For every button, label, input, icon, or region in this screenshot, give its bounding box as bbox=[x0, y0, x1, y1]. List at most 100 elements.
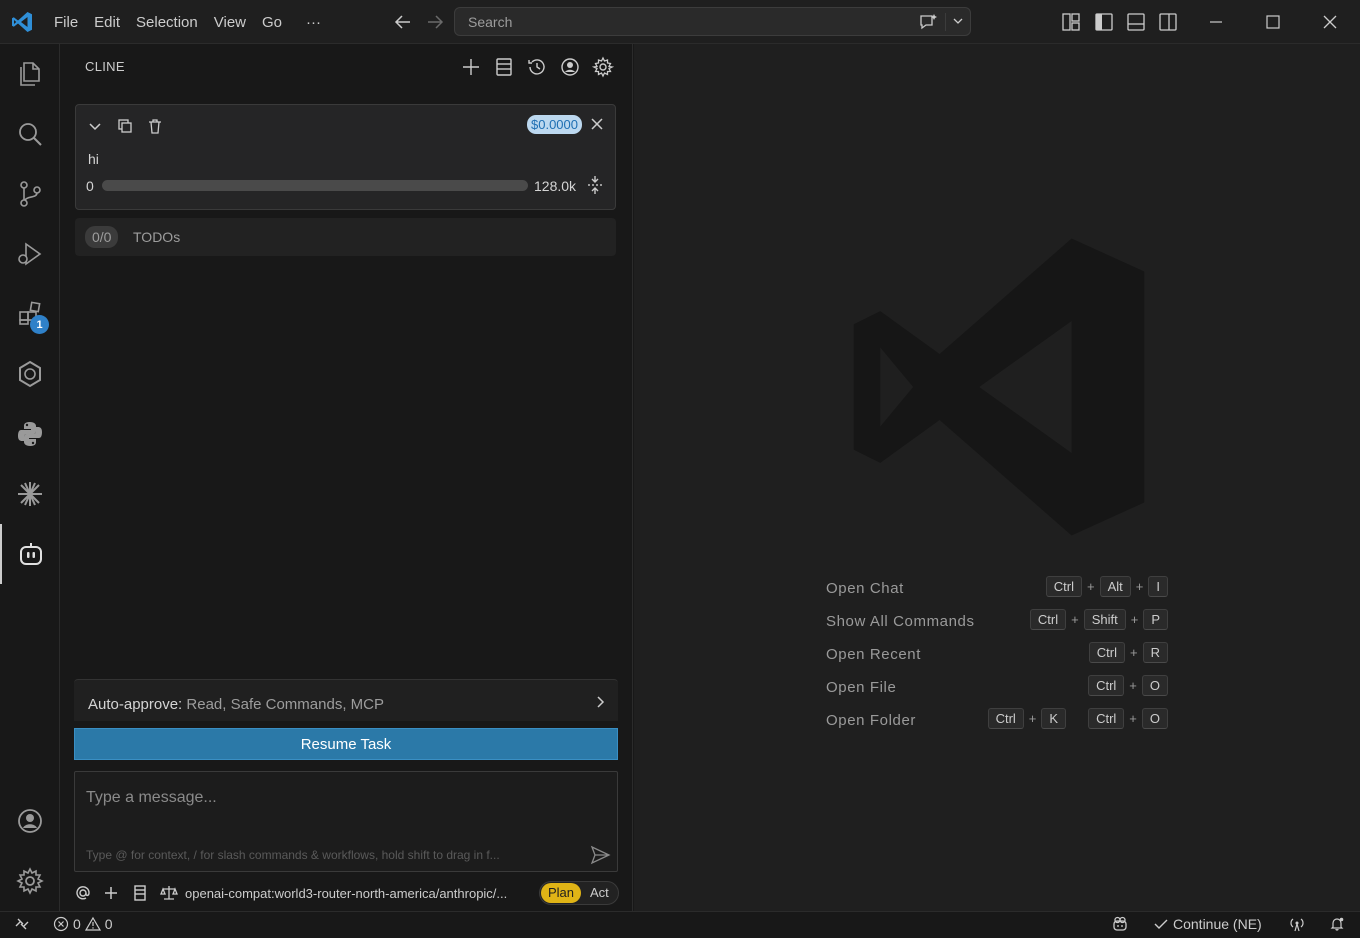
problems-indicator[interactable]: 0 0 bbox=[53, 916, 113, 932]
chevron-down-icon[interactable] bbox=[951, 14, 965, 28]
key-plus: + bbox=[1087, 579, 1095, 594]
minimize-icon[interactable] bbox=[1206, 12, 1226, 32]
chat-placeholder: Type a message... bbox=[86, 789, 217, 806]
sparkle-activity[interactable] bbox=[0, 464, 60, 524]
menu-edit[interactable]: Edit bbox=[86, 14, 128, 31]
close-task-icon[interactable] bbox=[589, 116, 605, 132]
plan-mode-button[interactable]: Plan bbox=[541, 883, 582, 903]
close-window-icon[interactable] bbox=[1320, 12, 1340, 32]
account-circle-icon[interactable] bbox=[559, 56, 581, 78]
key-cap: Ctrl bbox=[1029, 609, 1067, 630]
source-control-activity[interactable] bbox=[0, 164, 60, 224]
shortcut-keys: Ctrl + K Ctrl + O bbox=[987, 708, 1168, 729]
run-debug-activity[interactable] bbox=[0, 224, 60, 284]
menu-go[interactable]: Go bbox=[254, 14, 290, 31]
model-selector[interactable]: openai-compat:world3-router-north-americ… bbox=[185, 886, 507, 901]
shortcut-keys: Ctrl + R bbox=[1088, 642, 1168, 663]
resume-task-button[interactable]: Resume Task bbox=[74, 728, 618, 760]
menu-file[interactable]: File bbox=[46, 14, 86, 31]
copilot-status[interactable] bbox=[1112, 916, 1128, 932]
rules-icon[interactable] bbox=[131, 884, 149, 902]
extensions-activity[interactable]: 1 bbox=[0, 284, 60, 344]
search-divider bbox=[945, 13, 946, 31]
menu-selection[interactable]: Selection bbox=[128, 14, 206, 31]
auto-approve-bar[interactable]: Auto-approve: Read, Safe Commands, MCP bbox=[74, 679, 618, 721]
key-cap: Ctrl bbox=[1088, 642, 1126, 663]
remote-indicator[interactable] bbox=[14, 916, 30, 932]
notifications-status[interactable] bbox=[1329, 916, 1345, 932]
customize-layout-icon[interactable] bbox=[1061, 12, 1081, 32]
command-center-search[interactable]: Search bbox=[454, 7, 971, 36]
chat-sparkle-icon[interactable] bbox=[917, 12, 939, 32]
hexagon-icon bbox=[19, 360, 41, 388]
accounts-activity[interactable] bbox=[0, 791, 60, 851]
python-activity[interactable] bbox=[0, 404, 60, 464]
toggle-secondary-sidebar-icon[interactable] bbox=[1158, 12, 1178, 32]
chat-toolbar: openai-compat:world3-router-north-americ… bbox=[74, 880, 620, 906]
warning-icon bbox=[84, 916, 101, 931]
key-plus: + bbox=[1071, 612, 1079, 627]
menu-more[interactable]: ··· bbox=[290, 14, 329, 31]
auto-approve-values: Read, Safe Commands, MCP bbox=[186, 696, 384, 713]
task-cost-badge: $0.0000 bbox=[527, 115, 582, 134]
task-text: hi bbox=[88, 151, 99, 167]
key-cap: P bbox=[1143, 609, 1168, 630]
remote-explorer-activity[interactable] bbox=[0, 344, 60, 404]
broadcast-status[interactable] bbox=[1289, 916, 1305, 932]
gear-icon bbox=[16, 867, 44, 895]
source-control-icon bbox=[20, 181, 41, 207]
toggle-panel-icon[interactable] bbox=[1126, 12, 1146, 32]
mcp-servers-icon[interactable] bbox=[493, 56, 515, 78]
key-cap: Ctrl bbox=[1045, 576, 1083, 597]
key-cap: I bbox=[1148, 576, 1168, 597]
trash-icon[interactable] bbox=[146, 117, 164, 135]
title-bar: File Edit Selection View Go ··· Search bbox=[0, 0, 1360, 44]
toggle-primary-sidebar-icon[interactable] bbox=[1094, 12, 1114, 32]
cline-sidebar: CLINE $0.0000 hi 0 128.0k 0/0 TODOs Auto… bbox=[60, 44, 633, 911]
collapse-chevron-icon[interactable] bbox=[86, 117, 104, 135]
settings-icon[interactable] bbox=[591, 56, 615, 78]
todos-bar[interactable]: 0/0 TODOs bbox=[75, 218, 616, 256]
history-icon[interactable] bbox=[526, 56, 548, 78]
explorer-activity[interactable] bbox=[0, 44, 60, 104]
context-window-size: 128.0k bbox=[534, 178, 577, 194]
manage-activity[interactable] bbox=[0, 851, 60, 911]
sidebar-actions bbox=[460, 56, 615, 78]
key-plus: + bbox=[1130, 645, 1138, 660]
new-task-icon[interactable] bbox=[460, 56, 482, 78]
robot-icon bbox=[20, 543, 42, 565]
forward-arrow-icon[interactable] bbox=[424, 11, 446, 33]
todo-count: 0/0 bbox=[85, 226, 119, 248]
cline-activity[interactable] bbox=[0, 524, 60, 584]
run-debug-icon bbox=[18, 242, 42, 266]
add-context-icon[interactable] bbox=[102, 884, 120, 902]
menu-view[interactable]: View bbox=[206, 14, 254, 31]
send-icon[interactable] bbox=[589, 844, 611, 866]
continue-status[interactable]: Continue (NE) bbox=[1153, 916, 1262, 932]
shortcut-label: Open Recent bbox=[826, 646, 921, 663]
model-scale-icon[interactable] bbox=[160, 884, 178, 902]
task-header-card: $0.0000 hi 0 128.0k bbox=[75, 104, 616, 210]
chat-input[interactable]: Type a message... Type @ for context, / … bbox=[74, 771, 618, 872]
status-bar: 0 0 Continue (NE) bbox=[0, 911, 1360, 938]
menu-bar: File Edit Selection View Go ··· bbox=[46, 0, 329, 44]
shortcut-open-recent[interactable]: Open Recent Ctrl + R bbox=[826, 642, 1168, 675]
key-cap: Ctrl bbox=[987, 708, 1024, 729]
key-plus: + bbox=[1130, 612, 1139, 627]
copy-icon[interactable] bbox=[116, 117, 134, 135]
auto-approve-label: Auto-approve: bbox=[88, 696, 183, 713]
maximize-icon[interactable] bbox=[1263, 12, 1283, 32]
sidebar-title: CLINE bbox=[85, 59, 125, 74]
shortcut-show-all-commands[interactable]: Show All Commands Ctrl + Shift + P bbox=[826, 609, 1168, 642]
shortcut-open-file[interactable]: Open File Ctrl + O bbox=[826, 675, 1168, 708]
plan-act-toggle[interactable]: Plan Act bbox=[539, 881, 619, 905]
at-mention-icon[interactable] bbox=[74, 884, 92, 902]
compress-context-icon[interactable] bbox=[585, 175, 605, 195]
back-arrow-icon[interactable] bbox=[392, 11, 414, 33]
chevron-right-icon[interactable] bbox=[592, 694, 608, 710]
act-mode-button[interactable]: Act bbox=[590, 885, 609, 900]
search-activity[interactable] bbox=[0, 104, 60, 164]
key-plus: + bbox=[1129, 678, 1137, 693]
shortcut-open-folder[interactable]: Open Folder Ctrl + K Ctrl + O bbox=[826, 708, 1168, 741]
shortcut-open-chat[interactable]: Open Chat Ctrl + Alt + I bbox=[826, 576, 1168, 609]
